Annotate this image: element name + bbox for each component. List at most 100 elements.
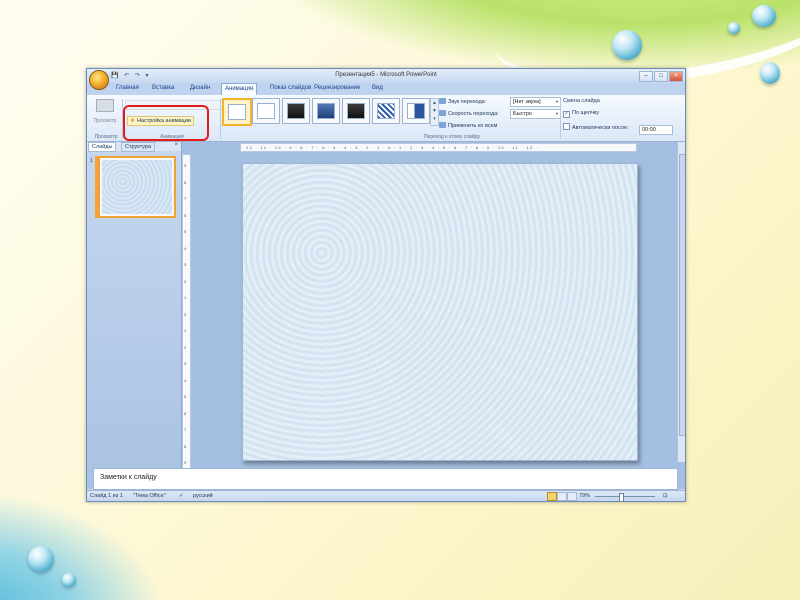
language[interactable]: русский: [193, 493, 213, 499]
slide-editor: · 12 · 11 · 10 · 9 · 8 · 7 · 6 · 5 · 4 ·…: [182, 142, 685, 489]
slide-thumbnail[interactable]: [98, 156, 176, 218]
ruler-tick-label: 9: [184, 460, 187, 465]
transition-sound-value: [Нет звука]: [513, 99, 541, 105]
slideshow-view-button[interactable]: [567, 492, 577, 501]
tab-insert[interactable]: Вставка: [149, 85, 177, 91]
transition-speed-value: Быстро: [513, 111, 532, 117]
ruler-tick-label: 5: [184, 229, 187, 234]
status-bar: Слайд 1 из 1 "Тема Office" ✓ русский 79%…: [87, 490, 685, 501]
normal-view-button[interactable]: [547, 492, 557, 501]
gallery-scroll[interactable]: ▲ ▼ ▾: [430, 98, 439, 126]
zoom-level[interactable]: 79%: [579, 493, 590, 499]
transition-wipe[interactable]: [402, 98, 430, 124]
tab-slideshow[interactable]: Показ слайдов: [267, 85, 314, 91]
transition-cut[interactable]: [312, 98, 340, 124]
spellcheck-icon[interactable]: ✓: [179, 493, 184, 499]
minimize-button[interactable]: –: [639, 71, 653, 82]
transition-speed: Скорость перехода:: [439, 110, 499, 117]
tab-review[interactable]: Рецензирование: [311, 85, 363, 91]
water-drop: [28, 546, 54, 572]
tab-home[interactable]: Главная: [113, 85, 142, 91]
transition-cut-black[interactable]: [342, 98, 370, 124]
on-click-checkbox[interactable]: ✓: [563, 111, 570, 118]
transition-thumb: [377, 103, 395, 119]
apply-to-all-label: Применить ко всем: [448, 123, 498, 129]
ruler-tick-label: 3: [184, 361, 187, 366]
ruler-tick-label: 7: [184, 427, 187, 432]
tab-slides[interactable]: Слайды: [88, 142, 117, 152]
sorter-view-button[interactable]: [557, 492, 567, 501]
advance-slide-title: Смена слайда: [563, 98, 600, 104]
transition-gallery: [222, 98, 432, 126]
speed-icon: [439, 110, 446, 116]
slide-thumbnail-image: [102, 160, 172, 214]
transition-none[interactable]: [222, 98, 252, 126]
water-drop: [752, 5, 776, 27]
tab-view[interactable]: Вид: [369, 85, 386, 91]
close-icon[interactable]: ×: [174, 142, 178, 148]
maximize-button[interactable]: □: [654, 71, 668, 82]
ruler-tick-label: 2: [184, 344, 187, 350]
transition-thumb: [347, 103, 365, 119]
transition-thumb: [228, 104, 246, 120]
transition-dissolve[interactable]: [372, 98, 400, 124]
group-label-preview: Просмотр: [94, 134, 118, 140]
group-label-transitions: Переход к этому слайду: [423, 134, 481, 140]
fit-to-window-icon[interactable]: ⊡: [663, 493, 668, 499]
auto-advance-checkbox[interactable]: [563, 123, 570, 130]
horizontal-ruler: · 12 · 11 · 10 · 9 · 8 · 7 · 6 · 5 · 4 ·…: [240, 143, 637, 152]
slide-canvas[interactable]: [242, 163, 638, 461]
transition-fade[interactable]: [252, 98, 280, 124]
ruler-tick-label: 4: [184, 245, 187, 251]
auto-advance-option[interactable]: Автоматически после:: [563, 123, 629, 131]
auto-advance-time-input[interactable]: 00:00: [639, 125, 673, 135]
ruler-tick-label: 1: [184, 328, 187, 333]
ruler-tick-label: 9: [184, 163, 187, 168]
ruler-tick-label: 5: [184, 394, 187, 399]
divider: [560, 99, 561, 139]
zoom-slider[interactable]: [595, 493, 655, 501]
transition-thumb: [257, 103, 275, 119]
powerpoint-window: 💾 ↶ ↷ ▾ Презентация5 - Microsoft PowerPo…: [86, 68, 686, 502]
chevron-down-icon: ▼: [555, 99, 559, 104]
ruler-tick-label: 4: [184, 377, 187, 383]
transition-speed-label: Скорость перехода:: [448, 111, 499, 117]
pane-tabs: Слайды Структура ×: [87, 142, 181, 152]
vertical-ruler: 9 8 7 6 5 4 3 2 1 0 1 2 3 4 5 6 7 8 9: [182, 154, 191, 474]
transition-sound-select[interactable]: [Нет звука] ▼: [510, 97, 561, 107]
tab-outline[interactable]: Структура: [121, 142, 156, 152]
close-button[interactable]: ×: [669, 71, 683, 82]
sound-icon: [439, 98, 446, 104]
on-click-option[interactable]: ✓ По щелчку: [563, 110, 599, 118]
preview-button-label: Просмотр: [93, 118, 117, 124]
transition-fade-black[interactable]: [282, 98, 310, 124]
office-button[interactable]: [89, 70, 109, 90]
ribbon-tabs: Главная Вставка Дизайн Анимация Показ сл…: [87, 83, 685, 96]
auto-advance-label: Автоматически после:: [572, 125, 629, 131]
preview-icon: [96, 99, 114, 112]
chevron-down-icon: ▼: [555, 111, 559, 116]
notes-placeholder: Заметки к слайду: [100, 474, 157, 481]
transition-sound-label: Звук перехода:: [448, 99, 487, 105]
transition-thumb: [287, 103, 305, 119]
theme-name[interactable]: "Тема Office": [133, 493, 166, 499]
ruler-tick-label: 8: [184, 179, 187, 185]
notes-pane[interactable]: Заметки к слайду: [93, 468, 678, 490]
ruler-tick-label: 6: [184, 212, 187, 218]
ribbon: Просмотр Просмотр ★ Настройка анимации Ан…: [87, 95, 685, 142]
scrollbar-thumb[interactable]: [679, 154, 685, 436]
advance-slide-group: Смена слайда ✓ По щелчку Автоматически по…: [563, 97, 681, 137]
apply-to-all-button[interactable]: Применить ко всем: [439, 122, 497, 129]
ruler-tick-label: 7: [184, 196, 187, 201]
transition-sound: Звук перехода:: [439, 98, 486, 105]
transition-speed-select[interactable]: Быстро ▼: [510, 109, 561, 119]
tab-design[interactable]: Дизайн: [187, 85, 213, 91]
preview-button[interactable]: Просмотр: [91, 99, 119, 129]
apply-all-icon: [439, 122, 446, 128]
ruler-tick-label: 0: [184, 311, 187, 317]
zoom-slider-knob[interactable]: [619, 493, 624, 501]
vertical-scrollbar[interactable]: [677, 142, 685, 462]
title-bar: 💾 ↶ ↷ ▾ Презентация5 - Microsoft PowerPo…: [87, 69, 685, 83]
ruler-tick-label: 3: [184, 262, 187, 267]
divider: [220, 99, 221, 139]
